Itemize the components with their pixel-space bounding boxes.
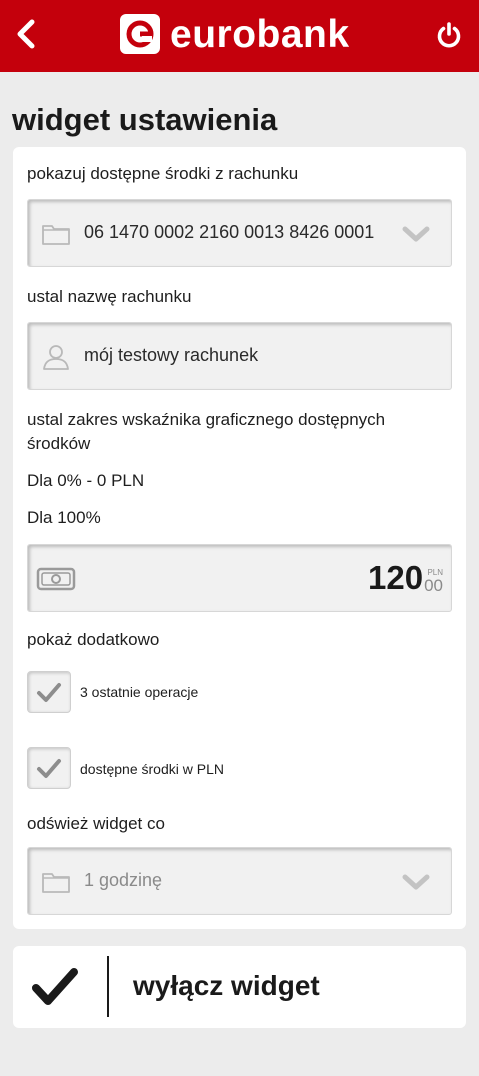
power-icon — [437, 22, 461, 48]
disable-widget-button[interactable]: wyłącz widget — [13, 946, 466, 1028]
account-select[interactable]: 06 1470 0002 2160 0013 8426 0001 — [27, 199, 452, 267]
extras-label: pokaż dodatkowo — [27, 630, 160, 649]
amount-display: 120 PLN 00 — [368, 561, 443, 595]
account-name-label: ustal nazwę rachunku — [27, 287, 192, 306]
amount-integer: 120 — [368, 559, 424, 596]
content-sheet: widget ustawienia pokazuj dostępne środk… — [0, 72, 479, 1076]
folder-icon — [40, 220, 72, 248]
chevron-down-icon — [402, 874, 430, 890]
eurobank-logo-icon — [120, 14, 160, 54]
checkbox-last-operations-label: 3 ostatnie operacje — [80, 684, 199, 700]
amount-field[interactable]: 120 PLN 00 — [27, 544, 452, 612]
account-name-field[interactable]: mój testowy rachunek — [27, 322, 452, 390]
account-number: 06 1470 0002 2160 0013 8426 0001 — [84, 222, 375, 242]
action-divider — [107, 956, 109, 1017]
brand-name: eurobank — [170, 12, 350, 56]
disable-widget-label: wyłącz widget — [133, 970, 320, 1001]
top-bar: eurobank — [0, 0, 479, 72]
range-max-text: Dla 100% — [27, 508, 101, 527]
user-icon — [40, 343, 72, 371]
folder-icon — [40, 868, 72, 896]
amount-decimal: 00 — [424, 576, 443, 595]
page-title: widget ustawienia — [12, 102, 278, 137]
banknote-icon — [36, 565, 76, 593]
brand-logo: eurobank — [120, 12, 350, 56]
refresh-label: odśwież widget co — [27, 814, 165, 833]
account-label: pokazuj dostępne środki z rachunku — [27, 164, 299, 183]
checkmark-icon — [32, 968, 78, 1005]
range-label: ustal zakres wskaźnika graficznego dostę… — [27, 410, 386, 453]
checkmark-icon — [37, 759, 61, 778]
chevron-left-icon — [17, 19, 35, 49]
back-button[interactable] — [8, 12, 44, 56]
chevron-down-icon — [402, 226, 430, 242]
range-min-text: Dla 0% - 0 PLN — [27, 471, 145, 490]
settings-card: pokazuj dostępne środki z rachunku 06 14… — [13, 147, 466, 929]
checkbox-last-operations[interactable] — [27, 671, 71, 713]
account-name-value: mój testowy rachunek — [84, 345, 259, 365]
checkbox-pln-funds[interactable] — [27, 747, 71, 789]
refresh-value: 1 godzinę — [84, 870, 163, 890]
checkbox-pln-funds-label: dostępne środki w PLN — [80, 761, 224, 777]
checkmark-icon — [37, 683, 61, 702]
power-button[interactable] — [429, 14, 469, 56]
refresh-select[interactable]: 1 godzinę — [27, 847, 452, 915]
